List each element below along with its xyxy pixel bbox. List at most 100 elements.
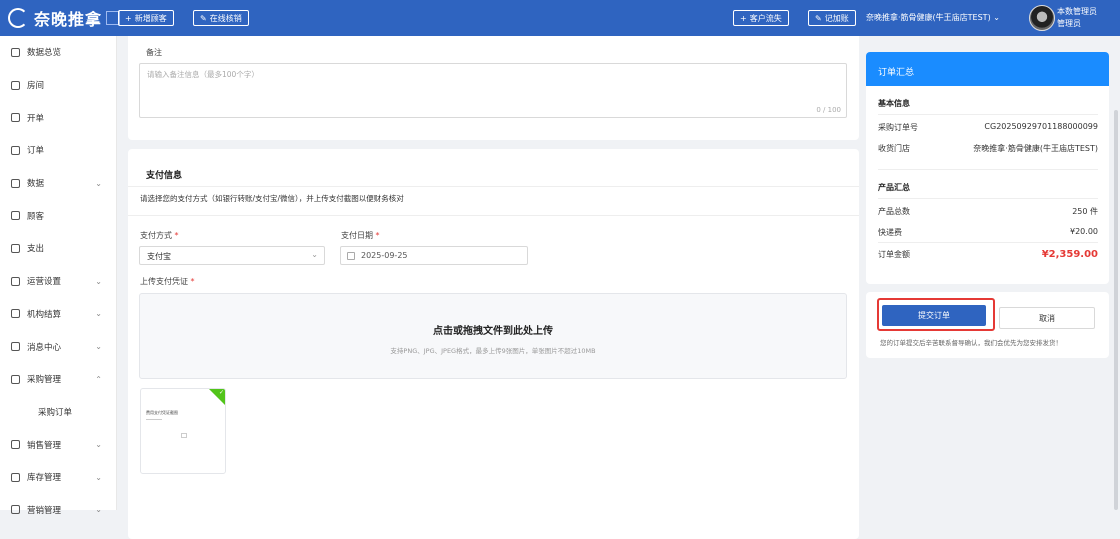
divider xyxy=(128,186,859,187)
upload-main-text: 点击或拖拽文件到此处上传 xyxy=(433,326,553,337)
sales-icon xyxy=(11,440,20,450)
app-logo[interactable]: 奈晚推拿 xyxy=(8,6,121,30)
chevron-down-icon: ⌄ xyxy=(95,276,102,286)
sidebar-item-label: 采购订单 xyxy=(38,407,73,418)
message-icon xyxy=(11,342,20,352)
sidebar-item-customers[interactable]: 顾客 xyxy=(0,199,116,232)
new-customer-button[interactable]: + 新增顾客 xyxy=(118,10,174,26)
sidebar-item-open-bill[interactable]: 开单 xyxy=(0,101,116,134)
total-quantity-label: 产品总数 xyxy=(878,207,910,216)
divider xyxy=(878,198,1098,199)
order-number-row: 采购订单号 CG20250929701188000099 xyxy=(878,122,1098,133)
required-mark: * xyxy=(174,231,179,240)
avatar[interactable] xyxy=(1029,5,1055,31)
submit-notice: 您的订单提交后辛苦联系督导确认，我们会优先为您安排发货！ xyxy=(880,339,1062,347)
sidebar-item-purchasing[interactable]: 采购管理 ⌃ xyxy=(0,363,116,396)
payment-title: 支付信息 xyxy=(146,171,183,181)
chevron-down-icon: ⌄ xyxy=(311,250,318,259)
sidebar-item-settlement[interactable]: 机构结算 ⌄ xyxy=(0,298,116,331)
top-bar: 奈晚推拿 + 新增顾客 ✎ 在线核销 + 客户流失 ✎ 记加账 奈晚推拿·筋骨健康(牛王… xyxy=(0,0,1120,36)
submit-order-button[interactable]: 提交订单 xyxy=(882,305,986,326)
sidebar-item-overview[interactable]: 数据总览 xyxy=(0,36,116,69)
thumbnail-line xyxy=(146,419,162,420)
sidebar: 数据总览 房间 开单 订单 数据 ⌄ 顾客 支出 运营设置 ⌄ 机构结算 ⌄ 消息中心… xyxy=(0,36,117,516)
total-quantity-row: 产品总数 250 件 xyxy=(878,206,1098,217)
order-summary-card: 订单汇总 基本信息 采购订单号 CG20250929701188000099 收… xyxy=(866,52,1109,284)
scrollbar[interactable] xyxy=(1114,110,1118,510)
thumbnail-caption: 费用支付凭证截图 xyxy=(146,410,178,415)
sidebar-item-expenses[interactable]: 支出 xyxy=(0,232,116,265)
sidebar-item-label: 顾客 xyxy=(27,211,45,222)
bookkeeping-label: 记加账 xyxy=(824,13,849,23)
payment-description: 请选择您的支付方式（如银行转账/支付宝/微信），并上传支付截图以便财务核对 xyxy=(140,194,404,203)
cancel-button[interactable]: 取消 xyxy=(999,307,1095,329)
sidebar-item-label: 机构结算 xyxy=(27,309,62,320)
edit-icon: ✎ xyxy=(815,13,822,23)
payment-card: 支付信息 请选择您的支付方式（如银行转账/支付宝/微信），并上传支付截图以便财务… xyxy=(128,149,859,539)
order-amount-label: 订单金额 xyxy=(878,250,910,259)
bookkeeping-button[interactable]: ✎ 记加账 xyxy=(808,10,856,26)
payment-date-picker[interactable]: 2025-09-25 xyxy=(340,246,528,265)
payment-method-label-text: 支付方式 xyxy=(140,231,172,240)
user-info[interactable]: 本数管理员 管理员 xyxy=(1057,6,1097,30)
payment-date-value: 2025-09-25 xyxy=(361,251,408,260)
uploaded-image-thumbnail[interactable]: ✓ 费用支付凭证截图 xyxy=(140,388,226,474)
calendar-icon xyxy=(347,252,355,260)
writeoff-button[interactable]: ✎ 在线核销 xyxy=(193,10,249,26)
check-icon: ✓ xyxy=(218,389,224,396)
sidebar-item-sales[interactable]: 销售管理 ⌄ xyxy=(0,428,116,461)
upload-dropzone[interactable]: 点击或拖拽文件到此处上传 支持PNG、JPG、JPEG格式，最多上传9张图片，单… xyxy=(139,293,847,379)
remark-textarea[interactable]: 请输入备注信息（最多100个字） 0 / 100 xyxy=(139,63,847,118)
sidebar-item-inventory[interactable]: 库存管理 ⌄ xyxy=(0,461,116,494)
customer-loss-button[interactable]: + 客户流失 xyxy=(733,10,789,26)
user-role-primary: 本数管理员 xyxy=(1057,7,1097,16)
payment-method-select[interactable]: 支付宝 ⌄ xyxy=(139,246,325,265)
order-summary-header: 订单汇总 xyxy=(866,52,1109,86)
writeoff-label: 在线核销 xyxy=(209,13,242,23)
sidebar-item-data[interactable]: 数据 ⌄ xyxy=(0,167,116,200)
plus-icon: + xyxy=(125,13,132,23)
total-quantity-value: 250 件 xyxy=(1072,207,1098,216)
divider xyxy=(878,114,1098,115)
sidebar-item-label: 开单 xyxy=(27,113,45,124)
monitor-icon xyxy=(11,276,20,286)
shipping-label: 快递费 xyxy=(878,228,902,237)
required-mark: * xyxy=(190,277,195,286)
wallet-icon xyxy=(11,243,20,253)
divider xyxy=(878,169,1098,170)
sidebar-item-purchase-orders[interactable]: 采购订单 xyxy=(0,396,116,429)
store-row: 收货门店 奈晚推拿·筋骨健康(牛王庙店TEST) xyxy=(878,143,1098,154)
box-icon xyxy=(11,472,20,482)
store-selector[interactable]: 奈晚推拿·筋骨健康(牛王庙店TEST) ⌄ xyxy=(866,12,1000,23)
chevron-up-icon: ⌃ xyxy=(95,374,102,384)
upload-hint-text: 支持PNG、JPG、JPEG格式，最多上传9张图片，单张图片不超过10MB xyxy=(390,347,596,355)
sidebar-item-rooms[interactable]: 房间 xyxy=(0,69,116,102)
sidebar-item-label: 销售管理 xyxy=(27,440,62,451)
image-icon xyxy=(181,433,187,438)
user-icon xyxy=(11,211,20,221)
chevron-down-icon: ⌄ xyxy=(95,472,102,482)
upload-label-text: 上传支付凭证 xyxy=(140,277,188,286)
chevron-down-icon: ⌄ xyxy=(95,309,102,319)
sidebar-item-orders[interactable]: 订单 xyxy=(0,134,116,167)
product-summary-title: 产品汇总 xyxy=(878,183,910,192)
sidebar-item-operations[interactable]: 运营设置 ⌄ xyxy=(0,265,116,298)
remark-label: 备注 xyxy=(146,48,162,57)
remark-counter: 0 / 100 xyxy=(816,106,841,114)
upload-label: 上传支付凭证 * xyxy=(140,276,195,287)
order-amount-row: 订单金额 ¥2,359.00 xyxy=(878,249,1098,260)
clipboard-icon xyxy=(11,145,20,155)
sidebar-item-label: 数据 xyxy=(27,179,45,190)
submit-highlight: 提交订单 xyxy=(877,298,995,331)
required-mark: * xyxy=(375,231,380,240)
dashboard-icon xyxy=(11,47,20,57)
sidebar-item-messages[interactable]: 消息中心 ⌄ xyxy=(0,330,116,363)
order-number-value: CG20250929701188000099 xyxy=(984,122,1098,131)
sidebar-item-label: 采购管理 xyxy=(27,375,62,386)
remark-card: 备注 请输入备注信息（最多100个字） 0 / 100 xyxy=(128,36,859,140)
chart-icon xyxy=(11,178,20,188)
sidebar-item-label: 数据总览 xyxy=(27,48,62,59)
payment-method-value: 支付宝 xyxy=(147,252,171,261)
divider xyxy=(128,215,859,216)
plus-icon: + xyxy=(740,13,747,23)
